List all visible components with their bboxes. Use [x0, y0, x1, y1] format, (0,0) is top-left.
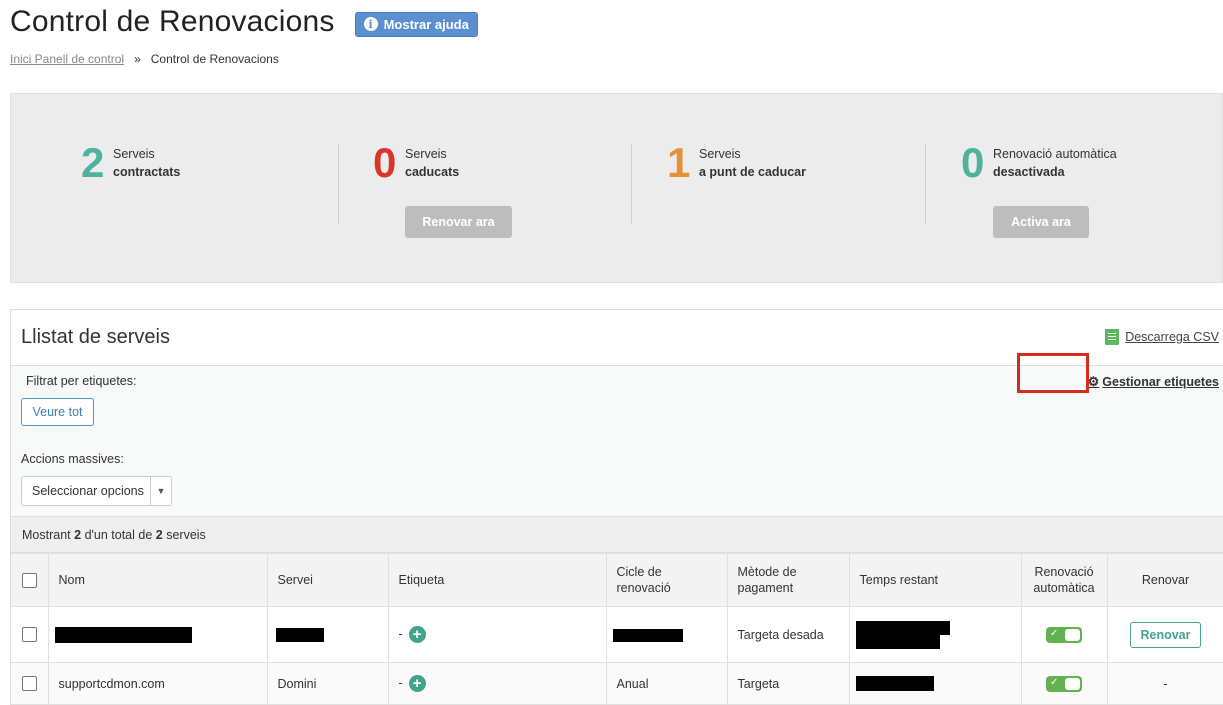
manage-tags-label: Gestionar etiquetes: [1102, 375, 1219, 389]
row-tag: -: [398, 626, 403, 641]
row-tag: -: [398, 675, 403, 690]
highlight-box: [1017, 353, 1089, 393]
add-tag-plus-icon[interactable]: +: [408, 675, 426, 692]
row-cycle: Anual: [605, 662, 728, 705]
show-help-label: Mostrar ajuda: [383, 16, 469, 32]
stat-about-to-expire-line2: a punt de caducar: [699, 165, 806, 179]
renew-now-button[interactable]: Renovar ara: [405, 206, 512, 238]
row-checkbox[interactable]: [21, 676, 37, 692]
select-all-checkbox[interactable]: [21, 573, 37, 589]
activate-now-button[interactable]: Activa ara: [993, 206, 1089, 238]
table-row: - + Targeta desada ✓ Renovar: [11, 606, 1223, 663]
stat-about-to-expire-value: 1: [667, 139, 691, 186]
row-checkbox[interactable]: [21, 627, 37, 643]
bulk-actions-label: Accions massives:: [21, 452, 124, 466]
bulk-actions-value: Seleccionar opcions: [32, 484, 144, 498]
col-header-payment[interactable]: Mètode de pagament: [726, 553, 850, 607]
breadcrumb-separator: »: [134, 52, 141, 66]
row-service: Domini: [266, 662, 389, 705]
view-all-button[interactable]: Veure tot: [21, 398, 94, 426]
stat-divider: [338, 144, 339, 224]
row-payment: Targeta desada: [726, 606, 850, 663]
table-header-row: Nom Servei Etiqueta Cicle de renovació M…: [11, 553, 1223, 607]
col-header-remaining[interactable]: Temps restant: [848, 553, 1022, 607]
table-row: supportcdmon.com Domini - + Anual Targeta…: [11, 662, 1223, 705]
auto-renew-toggle[interactable]: ✓: [1046, 626, 1082, 643]
results-count-total: 2: [155, 528, 163, 542]
stat-contracted-value: 2: [81, 139, 105, 186]
col-header-auto-renew[interactable]: Renovació automàtica: [1020, 553, 1108, 607]
download-csv-link[interactable]: Descarrega CSV: [1105, 329, 1219, 345]
bulk-actions-select[interactable]: Seleccionar opcions ▼: [21, 476, 172, 506]
stat-about-to-expire-line1: Serveis: [699, 147, 741, 161]
redacted-remaining: [855, 620, 950, 635]
download-csv-label: Descarrega CSV: [1125, 330, 1219, 344]
col-header-service[interactable]: Servei: [266, 553, 389, 607]
redacted-remaining: [855, 676, 934, 692]
breadcrumb-current: Control de Renovacions: [150, 52, 279, 66]
check-icon: ✓: [1050, 627, 1059, 639]
stat-contracted-line1: Serveis: [113, 147, 155, 161]
manage-tags-link[interactable]: ⚙ Gestionar etiquetes: [1088, 374, 1219, 390]
results-count-shown: 2: [74, 528, 82, 542]
redacted-service: [275, 627, 324, 642]
row-renew: -: [1106, 662, 1223, 705]
redacted-remaining: [855, 634, 940, 649]
breadcrumb: Inici Panell de control » Control de Ren…: [10, 52, 279, 66]
gear-icon: ⚙: [1087, 374, 1100, 389]
spreadsheet-icon: [1105, 329, 1120, 345]
stat-divider: [925, 144, 926, 224]
results-count-suffix: serveis: [166, 528, 206, 542]
services-table: Nom Servei Etiqueta Cicle de renovació M…: [11, 553, 1223, 705]
stat-contracted-line2: contractats: [113, 165, 181, 179]
row-name: supportcdmon.com: [47, 662, 268, 705]
info-icon: i: [363, 17, 378, 31]
breadcrumb-home-link[interactable]: Inici Panell de control: [10, 52, 124, 66]
results-count: Mostrant 2 d'un total de 2 serveis: [22, 528, 206, 542]
stat-auto-renew-line1: Renovació automàtica: [993, 147, 1117, 161]
services-panel-title: Llistat de serveis: [21, 326, 170, 348]
redacted-name: [54, 626, 192, 643]
show-help-button[interactable]: i Mostrar ajuda: [354, 11, 478, 37]
results-count-prefix: Mostrant: [22, 528, 71, 542]
stat-auto-renew-line2: desactivada: [993, 165, 1065, 179]
stats-summary: 2 Serveis contractats 0 Serveis caducats…: [10, 93, 1223, 283]
results-count-bar: Mostrant 2 d'un total de 2 serveis: [11, 516, 1223, 553]
auto-renew-toggle[interactable]: ✓: [1046, 675, 1082, 692]
col-header-cycle[interactable]: Cicle de renovació: [605, 553, 728, 607]
renew-button[interactable]: Renovar: [1130, 621, 1201, 648]
add-tag-plus-icon[interactable]: +: [408, 626, 426, 643]
row-payment: Targeta: [726, 662, 850, 705]
redacted-cycle: [612, 628, 683, 642]
col-header-tag[interactable]: Etiqueta: [387, 553, 607, 607]
check-icon: ✓: [1050, 676, 1059, 688]
col-header-renew: Renovar: [1106, 553, 1223, 607]
stat-expired-line2: caducats: [405, 165, 460, 179]
stat-expired-line1: Serveis: [405, 147, 447, 161]
stat-divider: [631, 144, 632, 224]
stat-expired-value: 0: [373, 139, 397, 186]
page-header: Control de Renovacions i Mostrar ajuda: [10, 0, 478, 44]
tag-filter-label: Filtrat per etiquetes:: [26, 374, 137, 388]
results-count-middle: d'un total de: [84, 528, 153, 542]
col-header-name[interactable]: Nom: [47, 553, 268, 607]
page-title: Control de Renovacions: [10, 5, 335, 38]
chevron-down-icon: ▼: [150, 477, 171, 505]
stat-auto-renew-value: 0: [961, 139, 985, 186]
